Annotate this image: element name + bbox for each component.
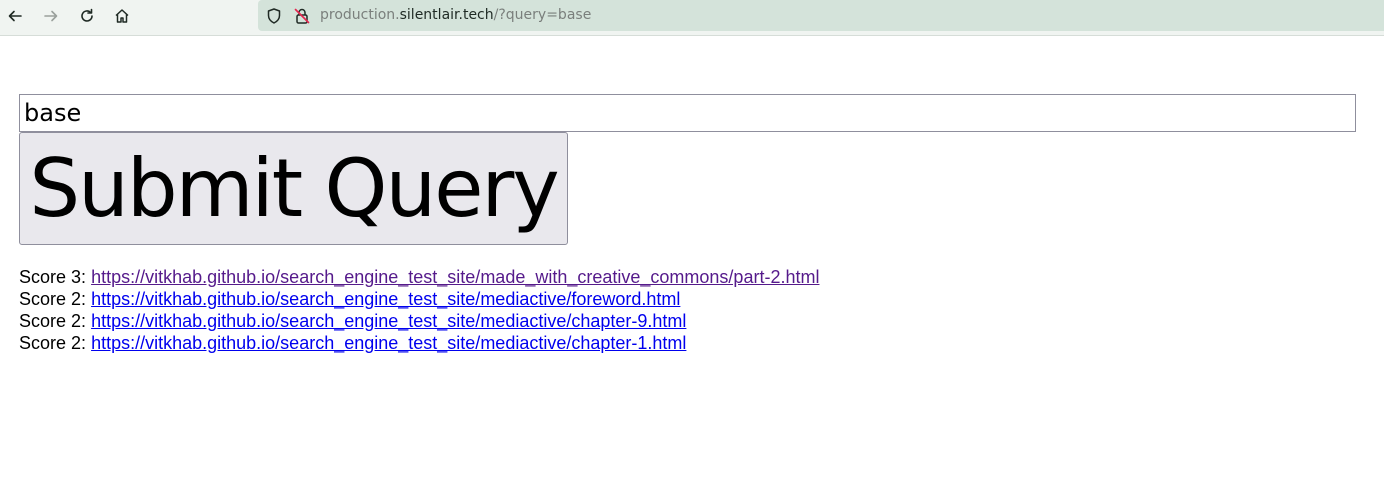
shield-icon[interactable] [265, 7, 283, 25]
url-host: silentlair.tech [399, 7, 494, 23]
result-item: Score 3: https://vitkhab.github.io/searc… [19, 266, 819, 288]
url-host-prefix: production. [320, 7, 400, 23]
results-list: Score 3: https://vitkhab.github.io/searc… [19, 266, 819, 354]
url-path: /?query=base [493, 7, 592, 23]
result-score: Score 2: [19, 333, 87, 353]
result-item: Score 2: https://vitkhab.github.io/searc… [19, 310, 819, 332]
submit-query-button[interactable]: Submit Query [19, 132, 568, 245]
reload-button[interactable] [73, 4, 101, 28]
result-item: Score 2: https://vitkhab.github.io/searc… [19, 288, 819, 310]
home-button[interactable] [108, 4, 136, 28]
result-score: Score 2: [19, 289, 87, 309]
url-text[interactable]: production.silentlair.tech/?query=base [320, 7, 591, 24]
result-link[interactable]: https://vitkhab.github.io/search_engine_… [91, 311, 686, 331]
result-score: Score 3: [19, 267, 87, 287]
forward-arrow-icon [44, 10, 58, 22]
reload-icon [81, 8, 93, 22]
home-icon [115, 9, 129, 23]
back-button[interactable] [1, 4, 29, 28]
forward-button[interactable] [37, 4, 65, 28]
result-link[interactable]: https://vitkhab.github.io/search_engine_… [91, 333, 686, 353]
result-score: Score 2: [19, 311, 87, 331]
search-input[interactable] [19, 94, 1356, 132]
result-link[interactable]: https://vitkhab.github.io/search_engine_… [91, 267, 819, 287]
address-bar[interactable]: production.silentlair.tech/?query=base [258, 0, 1384, 31]
back-arrow-icon [8, 10, 22, 22]
browser-toolbar: production.silentlair.tech/?query=base [0, 0, 1384, 36]
result-link[interactable]: https://vitkhab.github.io/search_engine_… [91, 289, 680, 309]
result-item: Score 2: https://vitkhab.github.io/searc… [19, 332, 819, 354]
insecure-lock-icon[interactable] [293, 7, 311, 25]
